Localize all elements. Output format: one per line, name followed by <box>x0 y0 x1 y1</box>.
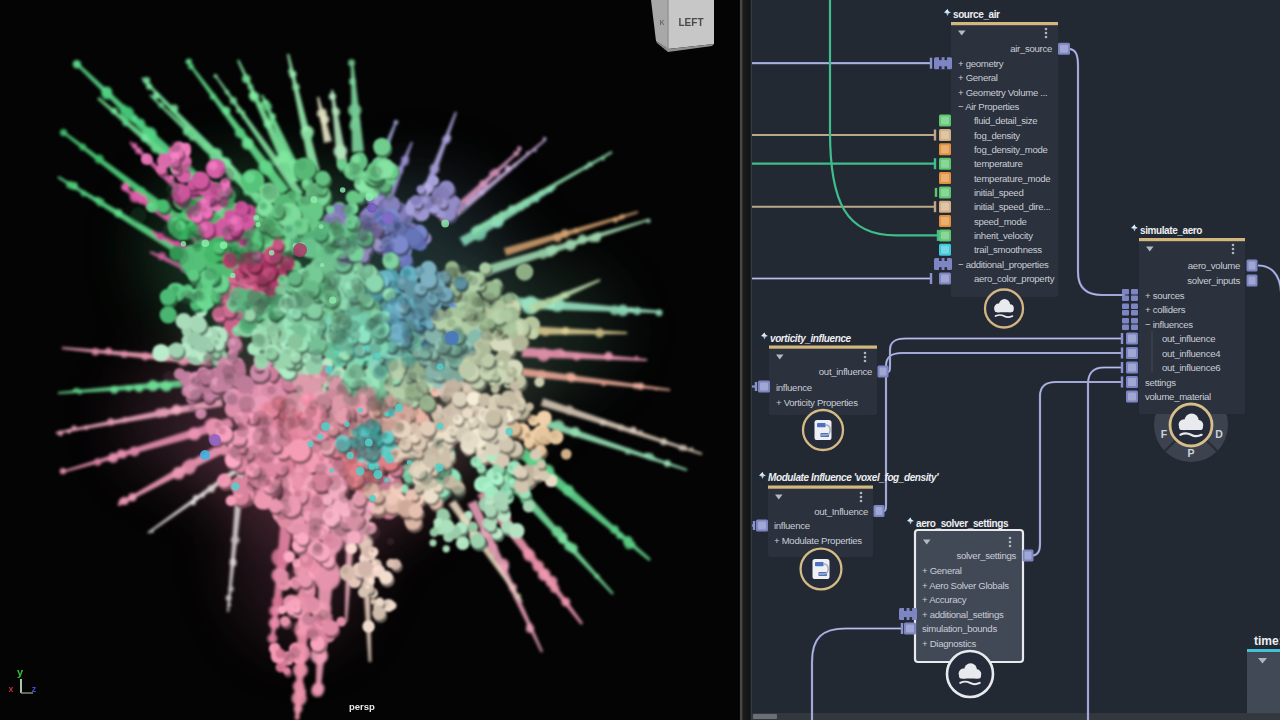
svg-text:aero_solver_settings: aero_solver_settings <box>916 518 1009 529</box>
svg-text:influence: influence <box>774 520 810 531</box>
svg-text:aero_volume: aero_volume <box>1188 260 1240 271</box>
svg-text:+ Vorticity Properties: + Vorticity Properties <box>776 397 858 408</box>
svg-text:− influences: − influences <box>1145 319 1193 330</box>
svg-text:+ sources: + sources <box>1145 290 1185 301</box>
svg-text:Modulate Influence 'voxel_fog_: Modulate Influence 'voxel_fog_density' <box>768 472 939 483</box>
svg-text:fluid_detail_size: fluid_detail_size <box>974 115 1037 126</box>
svg-text:simulate_aero: simulate_aero <box>1140 225 1202 236</box>
svg-text:out_influence6: out_influence6 <box>1162 362 1220 373</box>
svg-text:inherit_velocity: inherit_velocity <box>974 230 1033 241</box>
svg-text:air_source: air_source <box>1010 43 1052 54</box>
svg-text:vorticity_influence: vorticity_influence <box>770 333 852 344</box>
svg-text:+ additional_settings: + additional_settings <box>922 609 1004 620</box>
svg-text:simulation_bounds: simulation_bounds <box>922 623 997 634</box>
svg-text:temperature_mode: temperature_mode <box>974 173 1050 184</box>
svg-text:K: K <box>659 19 664 26</box>
svg-text:speed_mode: speed_mode <box>974 216 1026 227</box>
svg-text:F: F <box>1161 428 1168 440</box>
svg-text:out_Influence: out_Influence <box>814 506 868 517</box>
svg-text:out_influence4: out_influence4 <box>1162 348 1221 359</box>
svg-text:D: D <box>1215 428 1223 440</box>
svg-text:out_influence: out_influence <box>819 366 872 377</box>
svg-text:solver_settings: solver_settings <box>957 550 1017 561</box>
svg-text:volume_material: volume_material <box>1145 391 1211 402</box>
svg-text:+ geometry: + geometry <box>958 58 1004 69</box>
svg-text:initial_speed: initial_speed <box>974 187 1023 198</box>
svg-text:persp: persp <box>349 701 375 712</box>
svg-text:y: y <box>17 666 24 678</box>
svg-text:z: z <box>32 684 37 694</box>
svg-text:x: x <box>8 684 13 694</box>
svg-text:settings: settings <box>1145 377 1176 388</box>
svg-text:+ Accuracy: + Accuracy <box>922 594 967 605</box>
svg-text:+ General: + General <box>922 565 962 576</box>
svg-text:initial_speed_dire...: initial_speed_dire... <box>974 201 1050 212</box>
svg-text:+ General: + General <box>958 72 998 83</box>
svg-text:P: P <box>1187 447 1194 459</box>
svg-text:LEFT: LEFT <box>679 17 704 28</box>
svg-text:+ Diagnostics: + Diagnostics <box>922 638 976 649</box>
svg-text:− additional_properties: − additional_properties <box>958 259 1049 270</box>
svg-text:fog_density: fog_density <box>974 130 1020 141</box>
svg-text:temperature: temperature <box>974 158 1022 169</box>
svg-text:+ Geometry Volume ...: + Geometry Volume ... <box>958 87 1047 98</box>
svg-text:influence: influence <box>776 382 812 393</box>
svg-text:+ Modulate Properties: + Modulate Properties <box>774 535 862 546</box>
svg-text:+ Aero Solver Globals: + Aero Solver Globals <box>922 580 1009 591</box>
svg-text:trail_smoothness: trail_smoothness <box>974 244 1042 255</box>
svg-text:time:: time: <box>1254 634 1280 648</box>
svg-text:fog_density_mode: fog_density_mode <box>974 144 1048 155</box>
svg-text:out_influence: out_influence <box>1162 333 1215 344</box>
svg-text:aero_color_property: aero_color_property <box>974 273 1055 284</box>
svg-text:source_air: source_air <box>953 9 1000 20</box>
svg-text:solver_inputs: solver_inputs <box>1187 275 1240 286</box>
svg-text:+ colliders: + colliders <box>1145 304 1186 315</box>
svg-text:− Air Properties: − Air Properties <box>958 101 1020 112</box>
